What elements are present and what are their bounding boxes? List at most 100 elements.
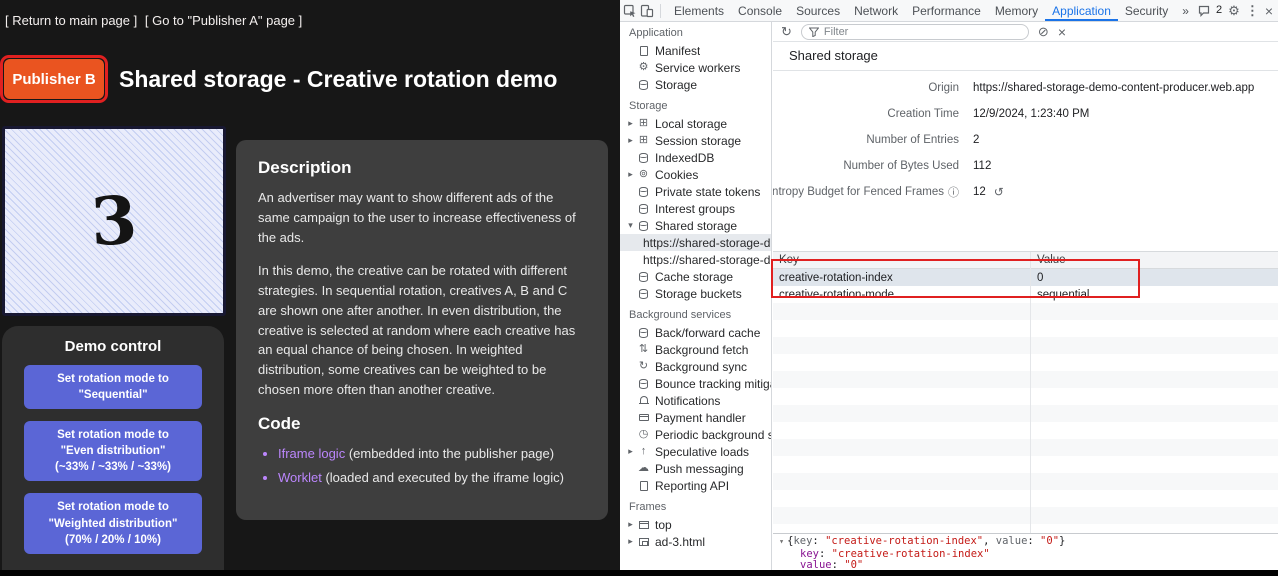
tab-network[interactable]: Network — [847, 0, 905, 21]
chevron-right-icon[interactable]: ▸ — [625, 536, 636, 547]
tab-elements[interactable]: Elements — [667, 0, 731, 21]
goto-publisher-a-link[interactable]: [ Go to "Publisher A" page ] — [145, 13, 302, 28]
empty-row — [773, 473, 1278, 490]
empty-row — [773, 439, 1278, 456]
sidebar-item-frame-top[interactable]: ▸ top — [620, 516, 771, 533]
document-icon — [637, 44, 650, 57]
sidebar-item-notifications[interactable]: Notifications — [620, 392, 771, 409]
bottom-black-strip — [0, 570, 1278, 576]
application-sidebar: Application Manifest ⚙ Service workers S… — [620, 22, 772, 576]
delete-selected-icon[interactable]: × — [1058, 25, 1066, 39]
settings-gear-icon[interactable]: ⚙ — [1228, 4, 1240, 17]
close-devtools-icon[interactable]: × — [1265, 4, 1273, 18]
sidebar-item-service-workers[interactable]: ⚙ Service workers — [620, 59, 771, 76]
column-header-key[interactable]: Key — [773, 254, 1030, 266]
sidebar-item-manifest[interactable]: Manifest — [620, 42, 771, 59]
section-header-background-services[interactable]: Background services — [620, 302, 771, 324]
table-row[interactable]: creative-rotation-mode sequential — [773, 286, 1278, 303]
description-paragraph: An advertiser may want to show different… — [258, 188, 586, 247]
publisher-b-button[interactable]: Publisher B — [4, 59, 104, 99]
inspect-element-icon[interactable] — [623, 4, 637, 18]
worklet-link[interactable]: Worklet — [278, 470, 322, 485]
chevron-down-icon[interactable]: ▾ — [625, 220, 636, 231]
console-messages-icon[interactable] — [1198, 5, 1210, 17]
sidebar-item-shared-storage-origin-2[interactable]: https://shared-storage-d... — [620, 251, 771, 268]
sidebar-item-indexeddb[interactable]: IndexedDB — [620, 149, 771, 166]
tab-sources[interactable]: Sources — [789, 0, 847, 21]
tab-application[interactable]: Application — [1045, 0, 1118, 21]
demo-control-panel: Demo control Set rotation mode to "Seque… — [2, 326, 224, 576]
reset-budget-icon[interactable]: ↺ — [994, 185, 1004, 199]
sidebar-item-shared-storage[interactable]: ▾ Shared storage — [620, 217, 771, 234]
info-icon[interactable]: ⓘ — [948, 184, 959, 200]
field-label: Creation Time — [773, 108, 959, 120]
arrow-up-icon: ↑ — [637, 445, 650, 458]
sidebar-item-private-state-tokens[interactable]: Private state tokens — [620, 183, 771, 200]
chevron-right-icon[interactable]: ▸ — [625, 519, 636, 530]
sidebar-item-label: Private state tokens — [655, 185, 760, 199]
sidebar-item-storage-buckets[interactable]: Storage buckets — [620, 285, 771, 302]
tab-security[interactable]: Security — [1118, 0, 1175, 21]
sidebar-item-frame-ad-3[interactable]: ▸ ad-3.html — [620, 533, 771, 550]
sidebar-item-interest-groups[interactable]: Interest groups — [620, 200, 771, 217]
sidebar-item-local-storage[interactable]: ▸ ⊞ Local storage — [620, 115, 771, 132]
return-main-link[interactable]: [ Return to main page ] — [5, 13, 137, 28]
creative-number: 3 — [89, 181, 139, 261]
sidebar-item-reporting-api[interactable]: Reporting API — [620, 477, 771, 494]
sidebar-item-back-forward-cache[interactable]: Back/forward cache — [620, 324, 771, 341]
field-value: 2 — [959, 134, 979, 146]
kebab-menu-icon[interactable]: ⋮ — [1246, 4, 1259, 17]
devtools-tabbar: Elements Console Sources Network Perform… — [620, 0, 1278, 22]
device-toolbar-icon[interactable] — [640, 4, 654, 18]
chevron-right-icon[interactable]: ▸ — [625, 446, 636, 457]
ad-creative-frame[interactable]: 3 — [2, 126, 226, 316]
sidebar-item-bounce-tracking-mitigations[interactable]: Bounce tracking mitiga... — [620, 375, 771, 392]
shared-storage-view: ↻ Filter ⊘ × Shared storage Origin https… — [773, 22, 1278, 576]
field-label: Number of Entries — [773, 134, 959, 146]
expanded-triangle-icon[interactable]: ▾ — [779, 537, 784, 547]
iframe-logic-link[interactable]: Iframe logic — [278, 446, 345, 461]
devtools-panel: Elements Console Sources Network Perform… — [620, 0, 1278, 576]
clear-all-icon[interactable]: ⊘ — [1038, 25, 1049, 38]
sidebar-item-label: Background fetch — [655, 343, 748, 357]
database-icon — [637, 202, 650, 215]
sidebar-item-background-fetch[interactable]: ⇅ Background fetch — [620, 341, 771, 358]
sidebar-item-session-storage[interactable]: ▸ ⊞ Session storage — [620, 132, 771, 149]
sidebar-item-push-messaging[interactable]: ☁ Push messaging — [620, 460, 771, 477]
demo-control-heading: Demo control — [2, 338, 224, 355]
sidebar-item-shared-storage-origin-1[interactable]: https://shared-storage-d... — [620, 234, 771, 251]
filter-input[interactable]: Filter — [801, 24, 1029, 40]
empty-row — [773, 490, 1278, 507]
database-icon — [637, 185, 650, 198]
section-header-storage[interactable]: Storage — [620, 93, 771, 115]
tab-performance[interactable]: Performance — [905, 0, 988, 21]
sidebar-item-speculative-loads[interactable]: ▸ ↑ Speculative loads — [620, 443, 771, 460]
sidebar-item-periodic-background-sync[interactable]: ◷ Periodic background s... — [620, 426, 771, 443]
rotation-sequential-button[interactable]: Set rotation mode to "Sequential" — [24, 365, 202, 409]
up-down-arrows-icon: ⇅ — [637, 343, 650, 356]
section-header-frames[interactable]: Frames — [620, 494, 771, 516]
sidebar-item-payment-handler[interactable]: Payment handler — [620, 409, 771, 426]
property-name: value — [996, 535, 1028, 547]
refresh-icon[interactable]: ↻ — [781, 25, 792, 38]
sidebar-item-storage[interactable]: Storage — [620, 76, 771, 93]
sidebar-item-label: Session storage — [655, 134, 741, 148]
sidebar-item-cache-storage[interactable]: Cache storage — [620, 268, 771, 285]
column-header-value[interactable]: Value — [1030, 254, 1278, 266]
field-label: Origin — [773, 82, 959, 94]
chevron-right-icon[interactable]: ▸ — [625, 169, 636, 180]
rotation-weighted-distribution-button[interactable]: Set rotation mode to "Weighted distribut… — [24, 493, 202, 553]
credit-card-icon — [637, 411, 650, 424]
sidebar-item-cookies[interactable]: ▸ ⊚ Cookies — [620, 166, 771, 183]
chevron-right-icon[interactable]: ▸ — [625, 118, 636, 129]
sidebar-item-background-sync[interactable]: ↻ Background sync — [620, 358, 771, 375]
table-row[interactable]: creative-rotation-index 0 — [773, 269, 1278, 286]
chevron-right-icon[interactable]: ▸ — [625, 135, 636, 146]
rotation-even-distribution-button[interactable]: Set rotation mode to "Even distribution"… — [24, 421, 202, 481]
section-header-application[interactable]: Application — [620, 22, 771, 42]
divider — [660, 4, 661, 18]
iframe-icon — [637, 535, 650, 548]
frame-icon — [637, 518, 650, 531]
tab-memory[interactable]: Memory — [988, 0, 1045, 21]
tab-console[interactable]: Console — [731, 0, 789, 21]
